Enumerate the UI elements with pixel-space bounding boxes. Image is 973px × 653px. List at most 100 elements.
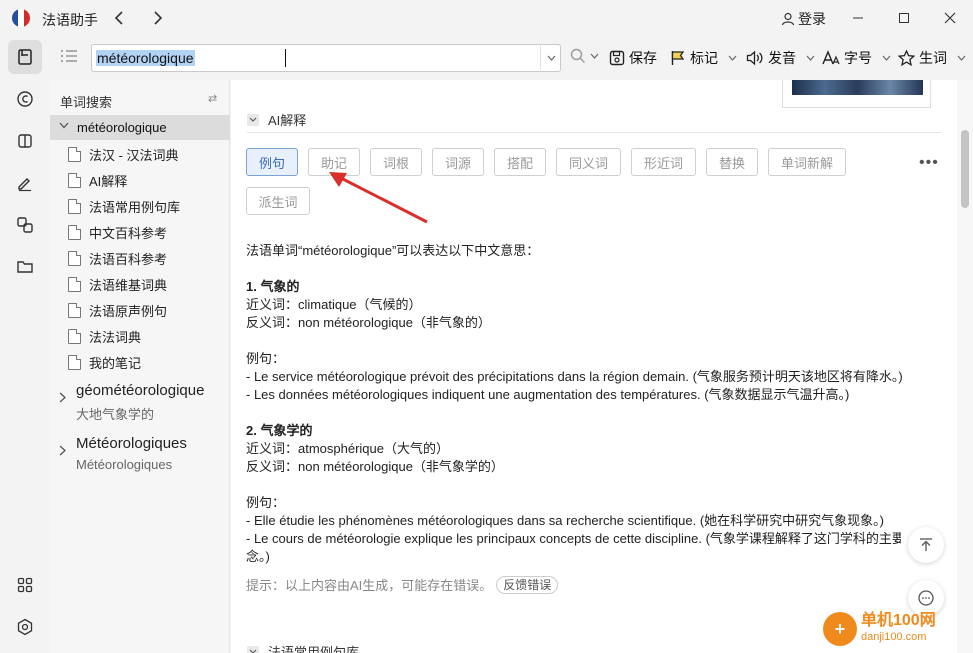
- scrollbar[interactable]: [957, 80, 973, 653]
- sidebar-item-fr-fr-dict[interactable]: 法法词典: [68, 325, 141, 347]
- meaning-2-antonym: 反义词：non météorologique（非气象学的）: [246, 459, 504, 474]
- font-size-label: 字号: [844, 50, 872, 66]
- search-value: météorologique: [96, 50, 195, 66]
- save-button[interactable]: 保存: [609, 48, 657, 68]
- sidebar-entry[interactable]: Météorologiques Météorologiques: [50, 433, 230, 477]
- sidebar-item-french-encyclopedia[interactable]: 法语百科参考: [68, 247, 167, 269]
- minimize-button[interactable]: [843, 4, 873, 32]
- tag-similar-words[interactable]: 形近词: [631, 148, 696, 176]
- meaning-2-synonym: 近义词：atmosphérique（大气的）: [246, 441, 449, 456]
- copyright-nav-button[interactable]: [8, 82, 42, 116]
- meaning-1-example-2: - Les données météorologiques indiquent …: [246, 387, 850, 402]
- text-caret: [285, 49, 286, 67]
- watermark-logo-icon: +: [823, 612, 857, 646]
- document-icon: [68, 172, 81, 188]
- sidebar-item-sentence-library[interactable]: 法语常用例句库: [68, 195, 180, 217]
- chevron-down-icon: [59, 121, 69, 132]
- tag-synonyms[interactable]: 同义词: [556, 148, 621, 176]
- chevron-down-icon: [547, 55, 556, 61]
- chat-button[interactable]: [908, 580, 944, 616]
- menu-button[interactable]: [60, 48, 78, 67]
- tag-collocation[interactable]: 搭配: [494, 148, 546, 176]
- sidebar-item-my-notes[interactable]: 我的笔记: [68, 351, 141, 373]
- meaning-1-antonym: 反义词：non météorologique（非气象的）: [246, 315, 491, 330]
- user-icon: [781, 12, 795, 26]
- toolbar: météorologique 保存 标记 发音 字号 生词: [50, 36, 973, 80]
- selected-word-label: météorologique: [77, 120, 167, 135]
- login-label: 登录: [798, 11, 826, 27]
- divider: [247, 132, 941, 133]
- tag-replace[interactable]: 替换: [706, 148, 758, 176]
- forward-button[interactable]: [146, 6, 170, 30]
- scrollbar-thumb[interactable]: [961, 130, 969, 208]
- translate-nav-button[interactable]: [8, 208, 42, 242]
- watermark: + 单机100网 danji100.com: [823, 612, 936, 646]
- notebook-nav-button[interactable]: [8, 124, 42, 158]
- chevron-down-icon: [806, 55, 815, 61]
- settings-icon: [17, 618, 33, 636]
- ai-hint: 提示：以上内容由AI生成，可能存在错误。 反馈错误: [246, 575, 559, 594]
- pronounce-button[interactable]: 发音: [746, 48, 815, 68]
- mark-button[interactable]: 标记: [670, 48, 737, 68]
- settings-nav-button[interactable]: [8, 610, 42, 644]
- feedback-button[interactable]: 反馈错误: [496, 575, 559, 594]
- chevron-right-icon: [59, 445, 66, 459]
- entry-meaning: 大地气象学的: [76, 407, 155, 422]
- dictionary-nav-button[interactable]: [8, 40, 42, 74]
- folder-icon: [17, 261, 33, 273]
- maximize-button[interactable]: [889, 4, 919, 32]
- chevron-down-icon: [882, 55, 891, 61]
- swap-icon[interactable]: ⇄: [208, 92, 217, 105]
- vocab-label: 生词: [919, 50, 947, 66]
- entry-word: Météorologiques: [76, 435, 187, 452]
- back-button[interactable]: [107, 6, 131, 30]
- apps-nav-button[interactable]: [8, 568, 42, 602]
- sidebar-item-label: 法语原声例句: [89, 303, 168, 319]
- app-title: 法语助手: [42, 12, 98, 28]
- meaning-2-example-2: - Le cours de météorologie explique les …: [246, 531, 901, 546]
- meaning-2-example-2-cont: 念。): [246, 549, 270, 564]
- search-input[interactable]: météorologique: [91, 44, 561, 72]
- search-history-dropdown[interactable]: [540, 44, 562, 72]
- sidebar-item-label: 法汉 - 汉法词典: [89, 147, 179, 163]
- tag-new-meaning[interactable]: 单词新解: [768, 148, 846, 176]
- meaning-2-title: 2. 气象学的: [246, 423, 313, 438]
- ai-intro: 法语单词“météorologique”可以表达以下中文意思：: [246, 243, 540, 258]
- close-button[interactable]: [935, 4, 965, 32]
- entry-word: géométéorologique: [76, 382, 205, 399]
- tag-examples[interactable]: 例句: [246, 148, 298, 176]
- sidebar-item-fa-han-dict[interactable]: 法汉 - 汉法词典: [68, 143, 179, 165]
- section-header-ai[interactable]: AI解释: [247, 110, 306, 129]
- watermark-url: danji100.com: [861, 631, 927, 643]
- section-title: 法语常用例句库: [268, 645, 360, 653]
- login-button[interactable]: 登录: [781, 9, 826, 29]
- chevron-right-icon: [59, 392, 66, 406]
- more-icon[interactable]: •••: [919, 154, 939, 172]
- sidebar-item-ai-explain[interactable]: AI解释: [68, 169, 127, 191]
- pen-icon: [18, 178, 31, 192]
- copyright-icon: [17, 91, 33, 107]
- sidebar-item-label: 法语常用例句库: [89, 199, 181, 215]
- sidebar-entry[interactable]: géométéorologique 大地气象学的: [50, 380, 230, 424]
- sidebar-item-wiktionary[interactable]: 法语维基词典: [68, 273, 167, 295]
- chevron-down-icon: [957, 55, 966, 61]
- search-button[interactable]: [570, 48, 599, 64]
- notebook-icon: [18, 134, 32, 148]
- folder-nav-button[interactable]: [8, 250, 42, 284]
- font-size-button[interactable]: 字号: [822, 48, 891, 68]
- edit-nav-button[interactable]: [8, 166, 42, 200]
- sidebar-selected-word[interactable]: météorologique: [50, 115, 230, 140]
- tag-etymology[interactable]: 词源: [432, 148, 484, 176]
- example-label: 例句：: [246, 351, 286, 366]
- main-content: AI解释 例句 助记 词根 词源 搭配 同义词 形近词 替换 单词新解 派生词 …: [231, 80, 957, 653]
- meaning-2-example-1: - Elle étudie les phénomènes météorologi…: [246, 513, 884, 528]
- meaning-1-title: 1. 气象的: [246, 279, 300, 294]
- search-icon: [570, 48, 585, 63]
- vocab-button[interactable]: 生词: [898, 48, 966, 68]
- back-to-top-button[interactable]: [908, 527, 944, 563]
- document-icon: [68, 354, 81, 370]
- section-header-sentence-library[interactable]: 法语常用例句库: [247, 642, 359, 653]
- sidebar-item-audio-examples[interactable]: 法语原声例句: [68, 299, 167, 321]
- sidebar-item-chinese-encyclopedia[interactable]: 中文百科参考: [68, 221, 167, 243]
- tag-derivatives[interactable]: 派生词: [246, 187, 310, 215]
